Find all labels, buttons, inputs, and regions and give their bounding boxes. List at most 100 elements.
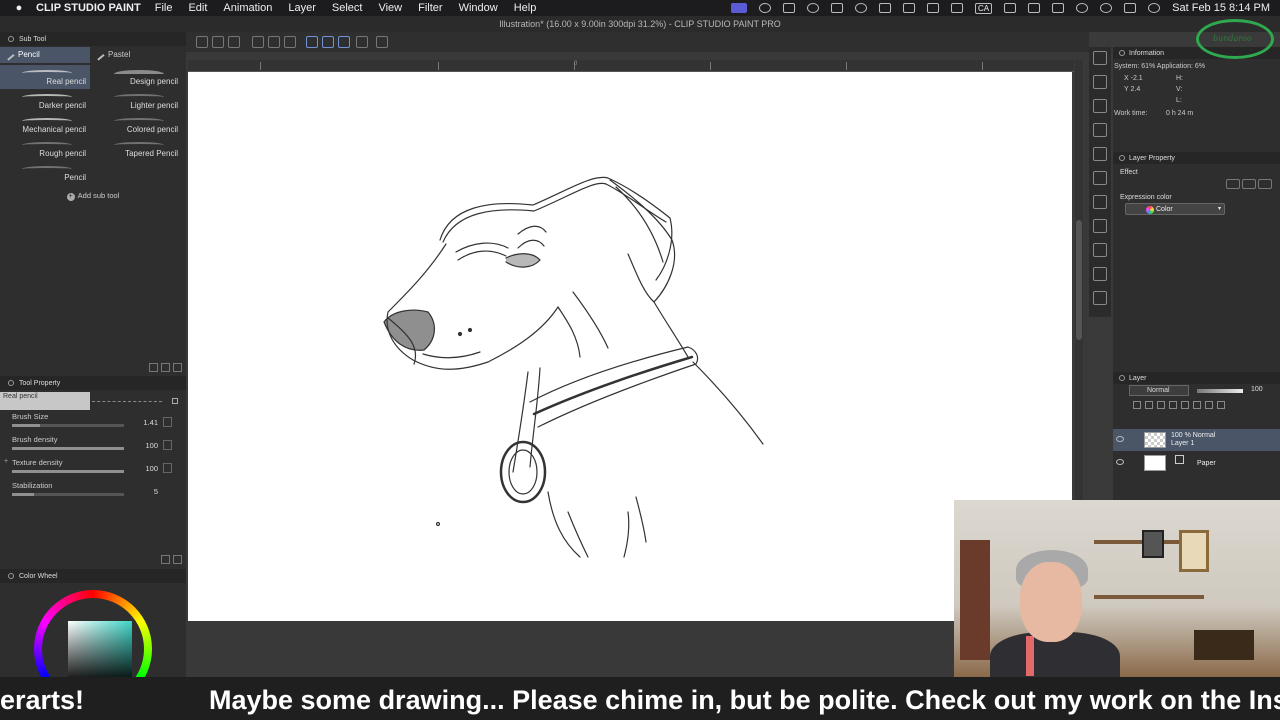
menu-help[interactable]: Help	[514, 2, 537, 14]
brush-colored-pencil[interactable]: Colored pencil	[92, 113, 182, 137]
new-folder-icon[interactable]	[1157, 401, 1165, 409]
menu-window[interactable]: Window	[459, 2, 498, 14]
battery-icon[interactable]	[831, 3, 844, 13]
brush-design-pencil[interactable]: Design pencil	[92, 65, 182, 89]
tone-effect-icon[interactable]	[1242, 179, 1256, 189]
bell-icon[interactable]	[927, 3, 940, 13]
brush-rough-pencil[interactable]: Rough pencil	[0, 137, 90, 161]
info-icon[interactable]	[855, 3, 868, 13]
open-icon[interactable]	[212, 36, 224, 48]
lock-icon[interactable]	[1193, 401, 1201, 409]
search-icon[interactable]	[173, 555, 182, 564]
siri-icon[interactable]	[1148, 3, 1161, 13]
tab-pencil[interactable]: Pencil	[0, 47, 90, 63]
color-history-icon[interactable]	[1093, 243, 1107, 257]
intermediate-color-icon[interactable]	[1093, 195, 1107, 209]
menubar-clock[interactable]: Sat Feb 15 8:14 PM	[1172, 2, 1270, 14]
undo-icon[interactable]	[252, 36, 264, 48]
mask-icon[interactable]	[1169, 401, 1177, 409]
settings-icon[interactable]	[161, 555, 170, 564]
help-icon[interactable]	[376, 36, 388, 48]
layer-row-paper[interactable]: Paper	[1113, 452, 1280, 474]
volume-icon[interactable]	[1028, 3, 1041, 13]
clip-icon[interactable]	[1181, 401, 1189, 409]
scrollbar-thumb[interactable]	[1076, 220, 1082, 340]
stepper-icon[interactable]	[163, 417, 172, 427]
code-icon[interactable]	[879, 3, 892, 13]
menu-view[interactable]: View	[378, 2, 402, 14]
stabilization-row[interactable]: Stabilization 5	[0, 479, 186, 502]
material-icon-2[interactable]	[1093, 123, 1107, 137]
ruler-snap-icon[interactable]	[338, 36, 350, 48]
redo-icon[interactable]	[268, 36, 280, 48]
new-icon[interactable]	[196, 36, 208, 48]
brush-pencil[interactable]: Pencil	[0, 161, 90, 185]
sub-view-icon[interactable]	[1093, 75, 1107, 89]
navigator-icon[interactable]	[1093, 51, 1107, 65]
transform-icon[interactable]	[306, 36, 318, 48]
expand-icon[interactable]: +	[4, 458, 8, 465]
menu-file[interactable]: File	[155, 2, 173, 14]
save-icon[interactable]	[228, 36, 240, 48]
drawing-canvas[interactable]	[188, 72, 1072, 621]
bluetooth-icon[interactable]	[1004, 3, 1017, 13]
layer-search-icon[interactable]	[1093, 267, 1107, 281]
input-badge[interactable]: CA	[975, 2, 993, 14]
new-layer-icon[interactable]	[1133, 401, 1141, 409]
brush-size-row[interactable]: Brush Size 1.41	[0, 410, 186, 433]
stepper-icon[interactable]	[163, 463, 172, 473]
texture-density-slider[interactable]	[12, 470, 124, 473]
stabilization-slider[interactable]	[12, 493, 124, 496]
merge-icon[interactable]	[1205, 401, 1213, 409]
camera-icon[interactable]	[783, 3, 796, 13]
tab-pastel[interactable]: Pastel	[90, 47, 180, 63]
menu-select[interactable]: Select	[332, 2, 363, 14]
opacity-value[interactable]: 100	[1251, 386, 1263, 393]
history-icon[interactable]	[1093, 147, 1107, 161]
control-center-icon[interactable]	[1124, 3, 1137, 13]
screen-share-icon[interactable]	[731, 3, 748, 13]
search-icon[interactable]	[1100, 3, 1113, 13]
time-machine-icon[interactable]	[807, 3, 820, 13]
brush-mechanical-pencil[interactable]: Mechanical pencil	[0, 113, 90, 137]
brush-real-pencil[interactable]: Real pencil	[0, 65, 90, 89]
texture-density-row[interactable]: + Texture density 100	[0, 456, 186, 479]
brush-density-row[interactable]: Brush density 100	[0, 433, 186, 456]
eye-icon[interactable]	[1116, 436, 1124, 442]
eye-icon[interactable]	[1116, 459, 1124, 465]
animation-icon[interactable]	[1093, 291, 1107, 305]
stepper-icon[interactable]	[163, 440, 172, 450]
new-vector-layer-icon[interactable]	[1145, 401, 1153, 409]
copy-icon[interactable]	[161, 363, 170, 372]
menu-layer[interactable]: Layer	[288, 2, 316, 14]
blend-mode-select[interactable]: Normal	[1129, 385, 1189, 396]
color-set-icon[interactable]	[1093, 171, 1107, 185]
trash-icon[interactable]	[173, 363, 182, 372]
menu-edit[interactable]: Edit	[188, 2, 207, 14]
expression-color-select[interactable]: Color ▾	[1125, 203, 1225, 215]
brush-size-slider[interactable]	[12, 424, 124, 427]
menu-filter[interactable]: Filter	[418, 2, 442, 14]
color-effect-icon[interactable]	[1258, 179, 1272, 189]
duplicate-icon[interactable]	[149, 363, 158, 372]
snap-icon[interactable]	[322, 36, 334, 48]
material-icon[interactable]	[1093, 99, 1107, 113]
layer-row-layer-1[interactable]: 100 % Normal Layer 1	[1113, 429, 1280, 451]
grid-icon[interactable]	[356, 36, 368, 48]
saturation-value-square[interactable]	[68, 621, 132, 685]
clear-icon[interactable]	[284, 36, 296, 48]
approx-color-icon[interactable]	[1093, 219, 1107, 233]
window-icon[interactable]	[903, 3, 916, 13]
opacity-slider[interactable]	[1197, 389, 1243, 393]
brush-tapered-pencil[interactable]: Tapered Pencil	[92, 137, 182, 161]
apple-icon[interactable]: ●	[12, 2, 26, 14]
add-subtool-button[interactable]: + Add sub tool	[0, 191, 186, 201]
app-name-menu[interactable]: CLIP STUDIO PAINT	[36, 2, 141, 14]
brush-lighter-pencil[interactable]: Lighter pencil	[92, 89, 182, 113]
wifi-icon[interactable]	[1052, 3, 1065, 13]
brush-density-slider[interactable]	[12, 447, 124, 450]
menu-animation[interactable]: Animation	[223, 2, 272, 14]
display-icon[interactable]	[951, 3, 964, 13]
lock-icon[interactable]	[172, 398, 178, 404]
delete-layer-icon[interactable]	[1217, 401, 1225, 409]
